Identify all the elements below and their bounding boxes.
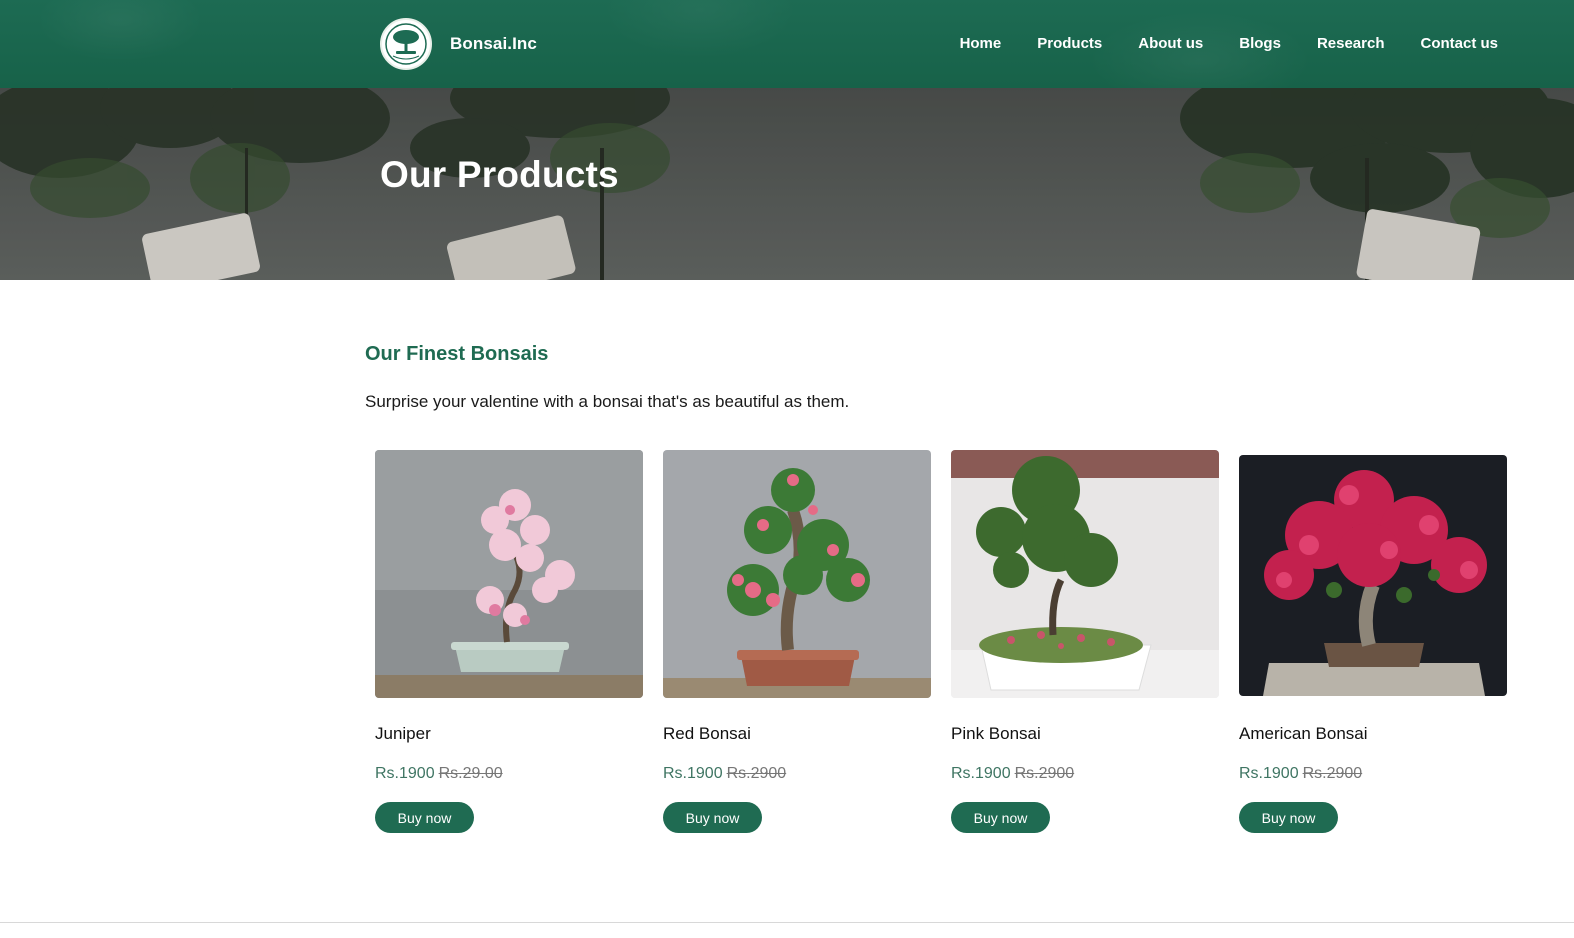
section-subtitle: Surprise your valentine with a bonsai th…	[365, 392, 850, 411]
product-card: Pink Bonsai Rs.1900 Rs.2900 Buy now	[951, 450, 1219, 833]
current-price: Rs.1900	[663, 765, 723, 782]
brand-logo[interactable]	[380, 18, 432, 70]
product-image[interactable]	[951, 450, 1219, 698]
product-name: Pink Bonsai	[951, 724, 1041, 743]
product-image[interactable]	[1239, 455, 1507, 696]
nav-research[interactable]: Research	[1317, 35, 1385, 52]
nav-home[interactable]: Home	[960, 35, 1002, 52]
current-price: Rs.1900	[1239, 765, 1299, 782]
crape-myrtle-bonsai-image	[1239, 455, 1507, 696]
nav-about-us[interactable]: About us	[1138, 35, 1203, 52]
product-image[interactable]	[375, 450, 643, 698]
old-price: Rs.2900	[726, 765, 787, 782]
product-card: Juniper Rs.1900 Rs.29.00 Buy now	[375, 450, 643, 833]
page-title: Our Products	[380, 154, 619, 195]
hero-plants-image	[0, 88, 1574, 280]
old-price: Rs.2900	[1014, 765, 1075, 782]
nav-products[interactable]: Products	[1037, 35, 1102, 52]
old-price: Rs.2900	[1302, 765, 1363, 782]
main-nav: Home Products About us Blogs Research Co…	[924, 35, 1498, 52]
bonsai-logo-icon	[385, 23, 427, 65]
buy-now-button[interactable]: Buy now	[663, 802, 762, 833]
product-price: Rs.1900 Rs.2900	[663, 765, 786, 783]
current-price: Rs.1900	[375, 765, 435, 782]
brand-name[interactable]: Bonsai.Inc	[450, 34, 537, 54]
buy-now-button[interactable]: Buy now	[951, 802, 1050, 833]
product-card: Red Bonsai Rs.1900 Rs.2900 Buy now	[663, 450, 931, 833]
product-price: Rs.1900 Rs.2900	[1239, 765, 1362, 783]
footer-divider	[0, 922, 1574, 923]
top-navbar: Bonsai.Inc Home Products About us Blogs …	[0, 0, 1574, 88]
nav-blogs[interactable]: Blogs	[1239, 35, 1281, 52]
product-name: American Bonsai	[1239, 724, 1368, 743]
pink-azalea-bonsai-image	[375, 450, 643, 698]
buy-now-button[interactable]: Buy now	[375, 802, 474, 833]
product-card: American Bonsai Rs.1900 Rs.2900 Buy now	[1239, 450, 1507, 833]
nav-contact-us[interactable]: Contact us	[1420, 35, 1498, 52]
old-price: Rs.29.00	[438, 765, 503, 782]
product-price: Rs.1900 Rs.29.00	[375, 765, 503, 783]
topiary-bonsai-image	[951, 450, 1219, 698]
red-flower-bonsai-image	[663, 450, 931, 698]
product-name: Juniper	[375, 724, 431, 743]
product-image[interactable]	[663, 450, 931, 698]
current-price: Rs.1900	[951, 765, 1011, 782]
hero-banner: Our Products	[0, 88, 1574, 280]
buy-now-button[interactable]: Buy now	[1239, 802, 1338, 833]
section-title: Our Finest Bonsais	[365, 343, 549, 365]
product-name: Red Bonsai	[663, 724, 751, 743]
product-price: Rs.1900 Rs.2900	[951, 765, 1074, 783]
